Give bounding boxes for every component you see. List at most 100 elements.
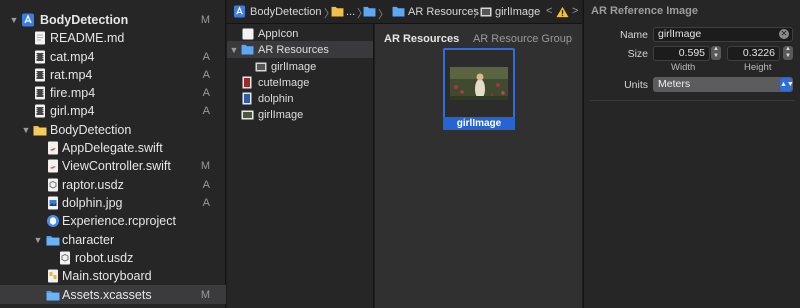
video-file-icon [35,68,45,82]
asset-row-girlimage[interactable]: girlImage [227,106,373,123]
nav-label: raptor.usdz [62,178,124,192]
height-stepper[interactable]: ▲ ▼ [783,46,793,60]
usdz-file-icon [60,251,70,265]
nav-label: cat.mp4 [50,50,95,64]
group-title: AR Resources [384,33,460,45]
scm-badge: A [202,179,210,191]
nav-label: fire.mp4 [50,86,96,100]
asset-row-cuteimage[interactable]: cuteImage [227,74,373,91]
nav-row-main-storyboard[interactable]: Main.storyboard [0,267,226,285]
jump-project[interactable]: BodyDetection [250,6,322,18]
asset-canvas: AR Resources AR Resource Group girlImage [375,24,582,308]
nav-row-rat-mp4[interactable]: rat.mp4 A [0,66,226,84]
reference-image-thumbnail [450,67,508,100]
nav-row-project[interactable]: ▼ BodyDetection M [0,11,226,29]
nav-row-assets-xcassets[interactable]: Assets.xcassets M [0,285,226,304]
asset-label: girlImage [258,109,304,121]
nav-label: dolphin.jpg [62,196,123,210]
nav-row-fire-mp4[interactable]: fire.mp4 A [0,84,226,102]
size-label: Size [627,48,648,60]
nav-row-experience-rcproject[interactable]: Experience.rcproject [0,212,226,230]
scm-badge: A [202,69,210,81]
asset-label: girlImage [271,61,317,73]
nav-label: Main.storyboard [62,269,152,283]
nav-row-raptor-usdz[interactable]: raptor.usdz A [0,176,226,194]
height-caption: Height [744,62,772,73]
nav-label: BodyDetection [40,13,129,27]
scm-badge: M [200,14,210,26]
asset-row-appicon[interactable]: AppIcon [227,25,373,42]
warning-icon[interactable] [556,6,569,18]
xcode-window: ▼ BodyDetection M README.md cat.mp4 A ra… [0,0,800,308]
name-value: girlImage [658,28,702,40]
tile-label: girlImage [443,117,515,130]
nav-row-readme[interactable]: README.md [0,29,226,47]
scm-badge: M [200,289,210,301]
project-icon [22,13,34,27]
nav-row-bodydetection-folder[interactable]: ▼ BodyDetection [0,121,226,139]
name-field[interactable]: girlImage ✕ [653,27,793,42]
chevron-left-icon[interactable]: < [546,5,552,17]
nav-row-character-folder[interactable]: ▼ character [0,231,226,249]
nav-label: Assets.xcassets [62,288,152,302]
units-select[interactable]: Meters ▲▼ [653,77,794,92]
inspector-title: AR Reference Image [591,5,698,17]
clear-icon[interactable]: ✕ [779,29,789,39]
asset-row-girlimage-ar[interactable]: girlImage [227,58,373,75]
chevron-down-icon[interactable]: ▼ [229,45,239,55]
units-value: Meters [658,78,691,90]
units-label: Units [624,79,648,91]
group-subtitle: AR Resource Group [472,33,572,45]
chevron-down-icon[interactable]: ▼ [21,125,31,135]
scm-badge: A [202,51,210,63]
chevron-right-icon[interactable]: > [572,5,578,17]
nav-row-girl-mp4[interactable]: girl.mp4 A [0,102,226,120]
folder-icon [33,126,47,136]
chevron-updown-icon: ▲▼ [780,78,794,91]
nav-label: Experience.rcproject [62,214,176,228]
nav-label: BodyDetection [50,123,132,137]
jump-bar: BodyDetection 〉 ... 〉 〉 AR Resources 〉 g… [227,0,582,24]
nav-label: ViewController.swift [62,159,171,173]
jump-item[interactable]: girlImage [495,6,540,18]
asset-row-dolphin[interactable]: dolphin [227,90,373,107]
nav-row-cat-mp4[interactable]: cat.mp4 A [0,48,226,66]
width-stepper[interactable]: ▲ ▼ [711,46,721,60]
nav-label: rat.mp4 [50,68,93,82]
text-file-icon [35,31,45,45]
reference-image-tile[interactable]: girlImage [443,48,515,130]
video-file-icon [35,86,45,100]
section-divider [590,100,795,101]
rcproject-icon [47,215,59,227]
attributes-inspector: AR Reference Image Name girlImage ✕ Size… [583,0,800,308]
chevron-down-icon[interactable]: ▼ [9,15,19,25]
width-value: 0.595 [678,47,705,59]
nav-label: girl.mp4 [50,104,95,118]
asset-row-ar-resources[interactable]: ▼ AR Resources [227,41,373,58]
chevron-right-icon: 〉 [378,9,389,21]
nav-label: README.md [50,31,125,45]
nav-label: character [62,233,115,247]
height-field[interactable]: 0.3226 [727,46,780,61]
jump-ellipsis[interactable]: ... [346,6,355,18]
nav-label: robot.usdz [75,251,134,265]
nav-row-appdelegate[interactable]: AppDelegate.swift [0,139,226,157]
nav-row-viewcontroller[interactable]: ViewController.swift M [0,157,226,175]
chevron-down-icon[interactable]: ▼ [33,235,43,245]
nav-label: AppDelegate.swift [62,141,163,155]
app-icon-set-icon [242,28,254,40]
folder-icon [241,44,254,55]
scm-badge: A [202,197,210,209]
asset-label: cuteImage [258,77,310,89]
ar-image-icon [255,62,267,72]
storyboard-icon [48,269,58,283]
jump-group[interactable]: AR Resources [408,6,479,18]
width-caption: Width [671,62,696,73]
swift-file-icon [48,141,58,155]
folder-icon [46,236,60,246]
swift-file-icon [48,159,58,173]
video-file-icon [35,104,45,118]
width-field[interactable]: 0.595 [653,46,710,61]
nav-row-dolphin-jpg[interactable]: dolphin.jpg A [0,194,226,212]
nav-row-robot-usdz[interactable]: robot.usdz [0,249,226,267]
